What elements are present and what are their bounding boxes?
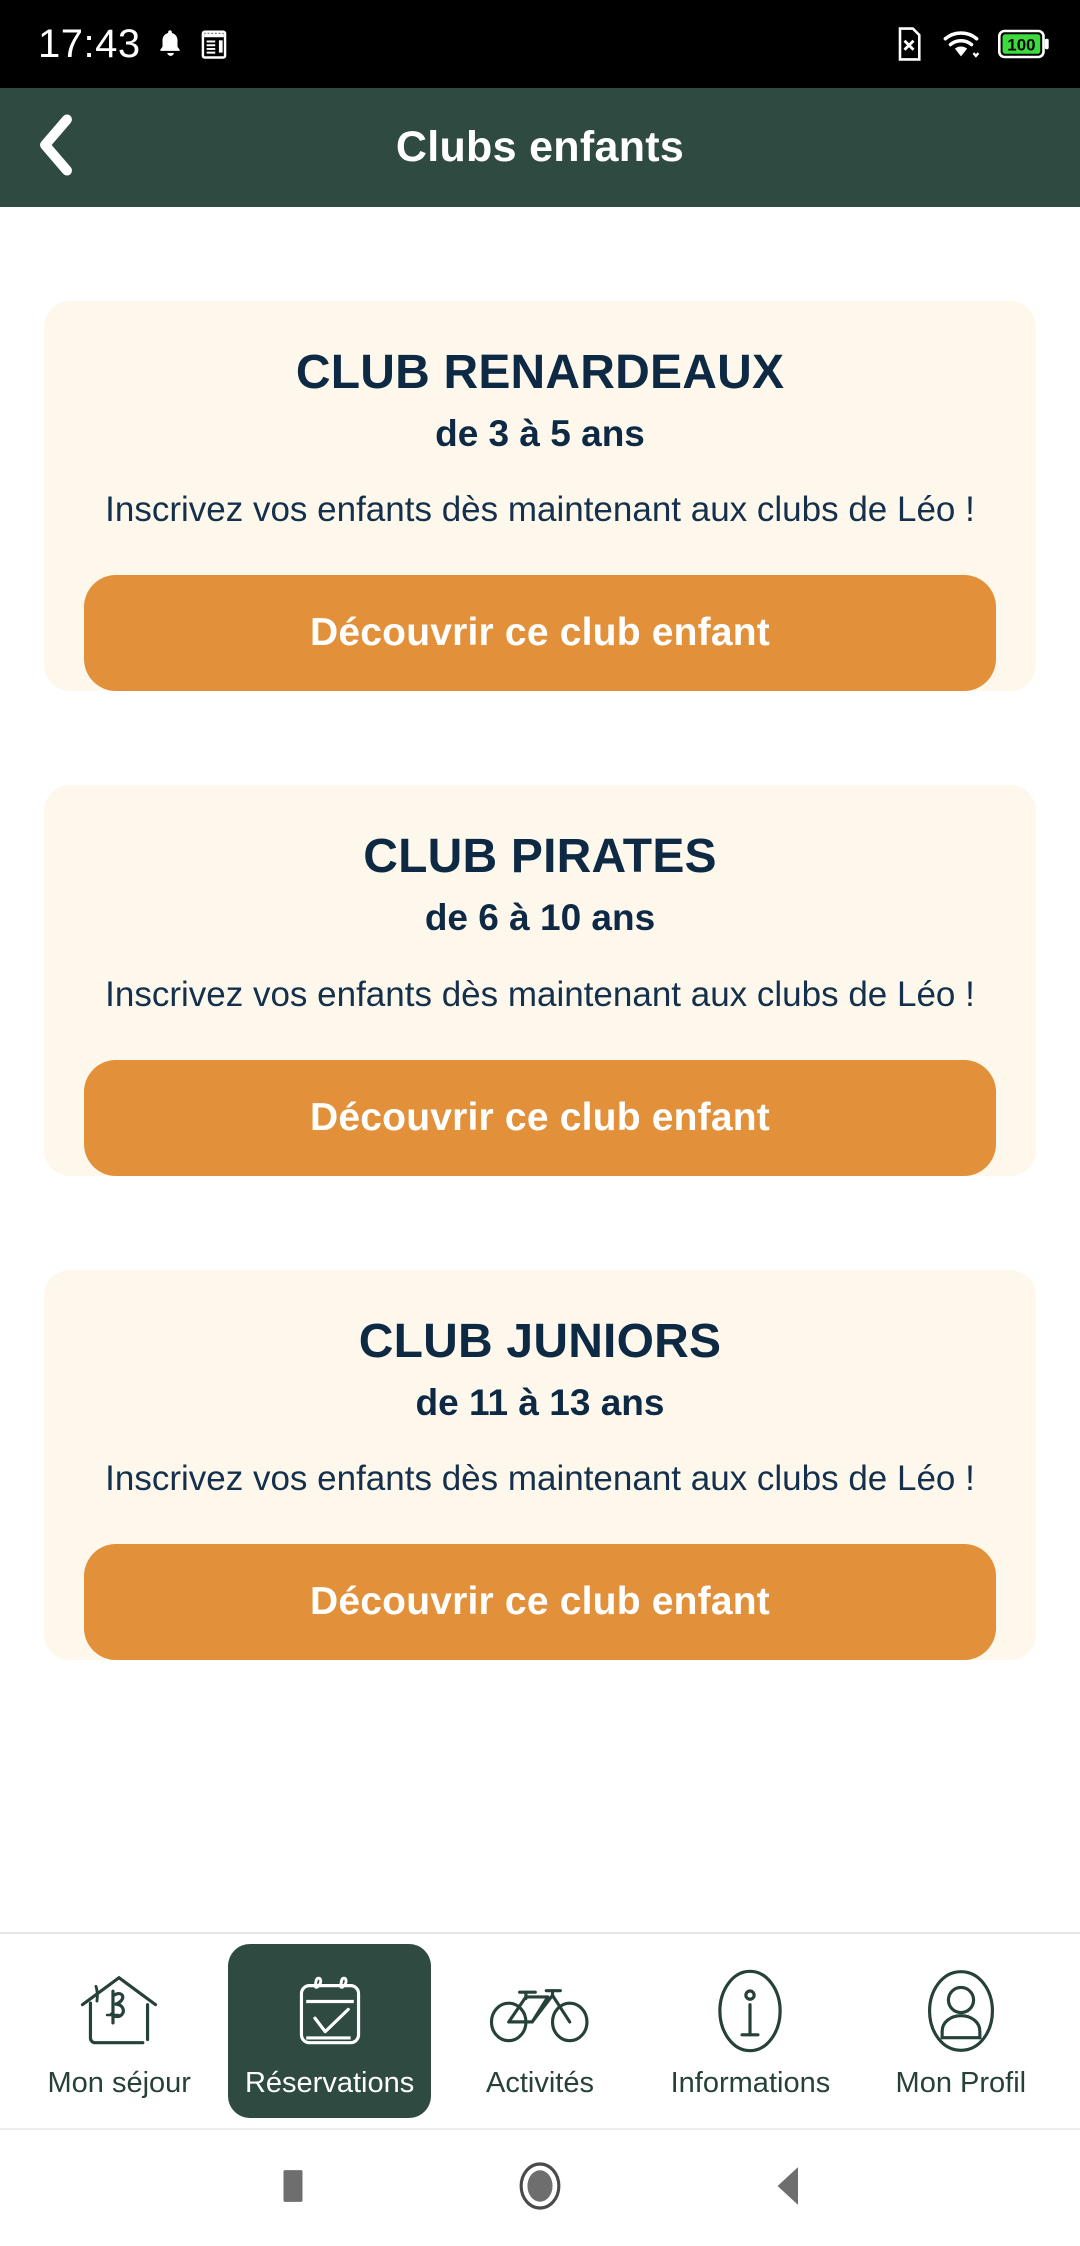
app-header: Clubs enfants	[0, 88, 1080, 207]
chevron-left-icon	[35, 114, 77, 181]
tab-label: Mon Profil	[895, 2066, 1027, 2099]
club-card[interactable]: CLUB PIRATES de 6 à 10 ans Inscrivez vos…	[44, 785, 1036, 1176]
club-title: CLUB JUNIORS	[358, 1314, 722, 1368]
club-age-range: de 6 à 10 ans	[424, 897, 656, 939]
discover-club-button[interactable]: Découvrir ce club enfant	[84, 575, 996, 692]
tab-label: Mon séjour	[47, 2066, 191, 2099]
tab-label: Informations	[670, 2066, 831, 2099]
info-circle-icon	[707, 1963, 793, 2059]
battery-icon: 100	[998, 28, 1050, 60]
android-navigation-bar	[0, 2128, 1080, 2246]
tab-label: Réservations	[244, 2066, 415, 2099]
tab-mon-sejour[interactable]: Mon séjour	[18, 1944, 220, 2118]
tab-activites[interactable]: Activités	[439, 1944, 641, 2118]
person-circle-icon	[917, 1963, 1005, 2059]
notes-icon	[199, 28, 229, 60]
circle-icon	[518, 2160, 562, 2217]
back-nav-button[interactable]	[727, 2130, 847, 2246]
club-title: CLUB RENARDEAUX	[295, 346, 785, 399]
discover-club-button[interactable]: Découvrir ce club enfant	[84, 1059, 996, 1176]
discover-club-button[interactable]: Découvrir ce club enfant	[84, 1544, 996, 1661]
club-age-range: de 11 à 13 ans	[415, 1381, 665, 1423]
recents-button[interactable]	[233, 2130, 353, 2246]
bottom-tab-bar: Mon séjour Réservations Activités Inform…	[0, 1932, 1080, 2128]
club-title: CLUB PIRATES	[363, 830, 717, 884]
back-button[interactable]	[18, 88, 94, 207]
wifi-icon	[942, 27, 980, 61]
sim-card-x-icon	[894, 26, 924, 62]
page-title: Clubs enfants	[395, 123, 685, 171]
status-bar-left: 17:43	[38, 24, 229, 64]
club-description: Inscrivez vos enfants dès maintenant aux…	[105, 490, 975, 530]
clubs-list[interactable]: CLUB RENARDEAUX de 3 à 5 ans Inscrivez v…	[0, 207, 1080, 1932]
phone-screen: 17:43 100 Clubs enfants CLUB RENARDEAUX …	[0, 0, 1080, 2246]
svg-text:100: 100	[1007, 36, 1035, 55]
bicycle-icon	[488, 1963, 592, 2059]
club-card[interactable]: CLUB RENARDEAUX de 3 à 5 ans Inscrivez v…	[44, 301, 1036, 692]
status-bar: 17:43 100	[0, 0, 1080, 88]
square-icon	[280, 2167, 306, 2210]
tab-informations[interactable]: Informations	[649, 1944, 851, 2118]
tab-reservations[interactable]: Réservations	[228, 1944, 431, 2118]
club-card[interactable]: CLUB JUNIORS de 11 à 13 ans Inscrivez vo…	[44, 1269, 1036, 1661]
status-time: 17:43	[38, 22, 141, 66]
calendar-check-icon	[284, 1963, 376, 2059]
club-age-range: de 3 à 5 ans	[435, 412, 645, 454]
status-bar-right: 100	[894, 26, 1050, 62]
club-description: Inscrivez vos enfants dès maintenant aux…	[105, 1459, 975, 1499]
tab-label: Activités	[486, 2066, 594, 2099]
tab-mon-profil[interactable]: Mon Profil	[860, 1944, 1062, 2118]
bell-icon	[155, 27, 185, 61]
house-b-icon	[73, 1963, 165, 2059]
club-description: Inscrivez vos enfants dès maintenant aux…	[105, 974, 975, 1014]
triangle-left-icon	[771, 2164, 803, 2213]
home-button[interactable]	[480, 2130, 600, 2246]
